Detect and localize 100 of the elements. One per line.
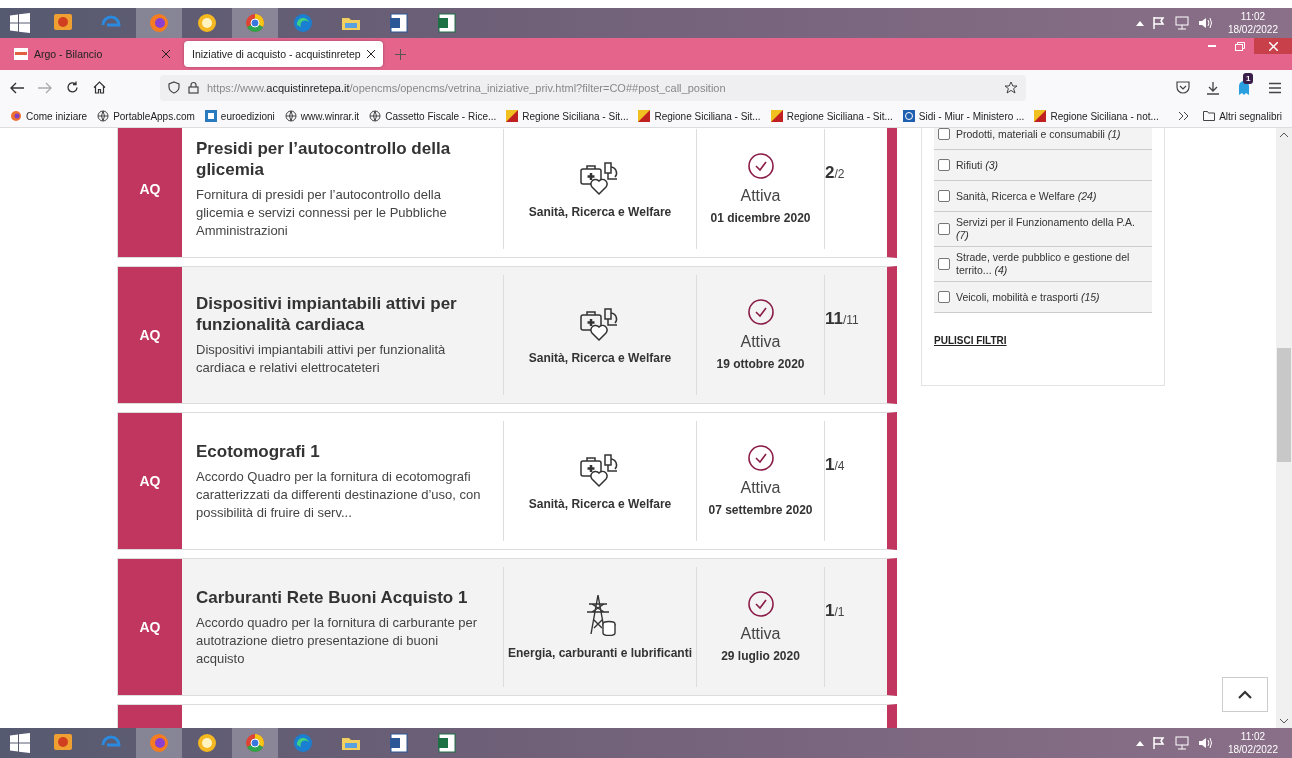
check-circle-icon	[747, 153, 774, 179]
bookmark[interactable]: PortableApps.com	[97, 110, 195, 122]
checkbox[interactable]	[938, 291, 950, 303]
close-button[interactable]	[1254, 38, 1292, 54]
menu-icon[interactable]	[1268, 81, 1282, 94]
back-to-top-button[interactable]	[1222, 677, 1268, 712]
pocket-icon[interactable]	[1176, 81, 1190, 94]
shield-icon[interactable]	[168, 81, 180, 94]
lot-count: 1	[825, 601, 835, 621]
card-description: Dispositivi impiantabili attivi per funzionalità cardiaca e relativi elettrocateteri	[196, 341, 447, 377]
speaker-icon[interactable]	[1197, 16, 1214, 30]
checkbox[interactable]	[938, 128, 950, 140]
bookmark[interactable]: Cassetto Fiscale - Rice...	[369, 110, 497, 122]
checkbox[interactable]	[938, 190, 950, 202]
bookmark-icon	[770, 110, 783, 122]
date-label: 07 settembre 2020	[708, 503, 813, 517]
date-label: 29 luglio 2020	[721, 649, 800, 663]
category-label: Sanità, Ricerca e Welfare	[528, 351, 672, 365]
lot-total: /1	[834, 605, 845, 619]
scrollbar-thumb[interactable]	[1277, 348, 1291, 462]
network-icon[interactable]	[1173, 736, 1190, 750]
address-bar[interactable]: https://www.acquistinretepa.it/opencms/opencms/vetrina_iniziative_priv.html?filter=CO##post_call_position	[160, 74, 1026, 101]
close-icon	[1268, 41, 1278, 51]
bookmark-icon	[97, 110, 110, 122]
start-icon[interactable]	[10, 13, 30, 33]
card-title[interactable]: Dispositivi impiantabili attivi per funzionalità cardiaca	[196, 293, 489, 335]
filter-option[interactable]: Veicoli, mobilità e trasporti (15)	[934, 282, 1152, 313]
scroll-down-icon[interactable]	[1279, 718, 1289, 724]
bookmark[interactable]: Regione Siciliana - Sit...	[770, 110, 893, 122]
bookmark-folder[interactable]: Altri segnalibri	[1203, 110, 1282, 122]
bookmark-icon	[902, 110, 915, 122]
card-title[interactable]: Ecotomografi 1	[196, 440, 489, 462]
bookmark-icon	[204, 110, 217, 122]
lot-count: 2	[825, 163, 835, 183]
check-circle-icon	[747, 591, 774, 617]
caret-up-icon[interactable]	[1135, 740, 1144, 746]
caret-up-icon[interactable]	[1135, 20, 1144, 26]
card-description: Fornitura di presidi per l’autocontrollo della glicemia e servizi connessi per le Pubbliche Amministrazioni	[196, 186, 448, 240]
document-app-icon	[387, 731, 411, 755]
bookmark[interactable]: Come iniziare	[10, 110, 88, 122]
initiative-card[interactable]	[117, 128, 897, 258]
extension-icon[interactable]	[1236, 79, 1252, 96]
fox-browser-icon	[147, 731, 171, 755]
new-tab-icon[interactable]	[394, 48, 406, 60]
clock[interactable]: 11:02 18/02/2022	[1227, 10, 1278, 36]
check-circle-icon	[747, 445, 774, 471]
bookmark-icon	[1034, 110, 1047, 122]
folder-icon	[1203, 111, 1216, 121]
bookmark-icon	[506, 110, 519, 122]
checkbox[interactable]	[938, 159, 950, 171]
speaker-icon[interactable]	[1197, 736, 1214, 750]
flag-icon[interactable]	[1151, 16, 1166, 30]
lock-icon[interactable]	[188, 81, 199, 94]
checkbox[interactable]	[938, 223, 950, 235]
bookmark[interactable]: euroedizioni	[204, 110, 275, 122]
chevrons-icon[interactable]	[1178, 111, 1190, 121]
star-icon[interactable]	[1004, 80, 1018, 95]
card-title[interactable]: Carburanti Rete Buoni Acquisto 1	[196, 586, 489, 608]
card-title[interactable]: Presidi per l’autocontrollo della glicemia	[196, 138, 489, 180]
network-icon[interactable]	[1173, 16, 1190, 30]
type-badge: AQ	[118, 559, 182, 695]
ring-app-icon	[195, 11, 219, 35]
close-icon[interactable]	[366, 50, 375, 58]
app-logo-icon	[14, 48, 28, 60]
clear-filters-link[interactable]: PULISCI FILTRI	[934, 335, 1007, 346]
scrollbar[interactable]	[1276, 128, 1292, 728]
flag-icon[interactable]	[1151, 736, 1166, 750]
filter-option[interactable]: Strade, verde pubblico e gestione del territo... (4)	[934, 247, 1152, 282]
status-label: Attiva	[740, 625, 781, 643]
download-icon[interactable]	[1206, 80, 1220, 95]
date-label: 19 ottobre 2020	[716, 357, 805, 371]
initiative-card[interactable]: AQ Dispositivi impiantabili attivi per funzionalità cardiaca Dispositivi impiantabili attivi per funzionalità cardiaca e relativi elettrocateteri Sanità, Ricerca e Welfare Attiva 19 ottobre 2020 11/11	[117, 266, 897, 404]
filter-option[interactable]: Servizi per il Funzionamento della P.A. (7)	[934, 212, 1152, 247]
browser-tab[interactable]: Iniziative di acquisto - acquistinretep	[184, 41, 383, 67]
bookmark[interactable]: Regione Siciliana - not...	[1034, 110, 1159, 122]
filter-option[interactable]: Prodotti, materiali e consumabili (1)	[934, 128, 1152, 150]
back-icon[interactable]	[10, 81, 24, 94]
check-circle-icon	[747, 299, 774, 325]
bookmark-icon	[638, 110, 651, 122]
filter-option[interactable]: Sanità, Ricerca e Welfare (24)	[934, 181, 1152, 212]
clock[interactable]: 11:02 18/02/2022	[1227, 730, 1278, 756]
notification-badge: 1	[1243, 72, 1254, 84]
bookmark[interactable]: Regione Siciliana - Sit...	[506, 110, 629, 122]
lot-count: 11	[825, 309, 843, 329]
home-icon[interactable]	[93, 81, 106, 94]
start-icon[interactable]	[10, 733, 30, 753]
checkbox[interactable]	[938, 258, 950, 270]
bookmark-icon	[369, 110, 382, 122]
lot-total: /11	[843, 313, 859, 327]
bookmark[interactable]: www.winrar.it	[284, 110, 360, 122]
spreadsheet-app-icon	[435, 11, 459, 35]
browser-tab[interactable]: Argo - Bilancio	[6, 41, 178, 67]
reload-icon[interactable]	[66, 81, 79, 94]
scroll-up-icon[interactable]	[1279, 132, 1289, 138]
initiative-card[interactable]	[117, 412, 897, 550]
lot-total: /2	[834, 167, 845, 181]
bookmark[interactable]: Regione Siciliana - Sit...	[638, 110, 761, 122]
bookmark[interactable]: Sidi - Miur - Ministero ...	[902, 110, 1025, 122]
initiative-card[interactable]: AQ Carburanti Rete Buoni Acquisto 1 Accordo quadro per la fornitura di carburante per autotrazione dietro presentazione di buoni acquisto Energia, carburanti e lubrificanti Attiva 29 luglio 2020 1/1	[117, 558, 897, 696]
filter-option[interactable]: Rifiuti (3)	[934, 150, 1152, 181]
